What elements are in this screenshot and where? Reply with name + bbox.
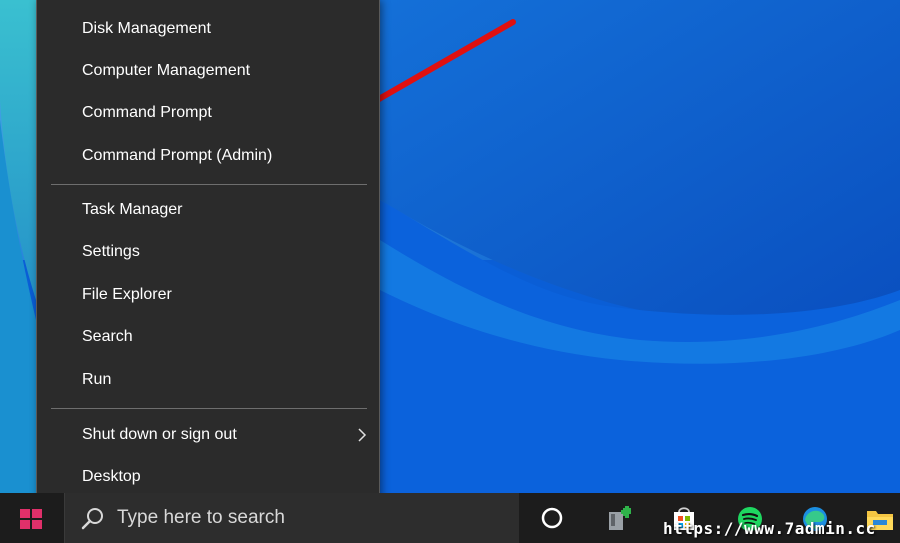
taskbar-app-paint[interactable] xyxy=(594,493,644,543)
search-placeholder: Type here to search xyxy=(117,507,285,528)
windows-logo-icon xyxy=(20,509,42,529)
watermark-text: https://www.7admin.cc xyxy=(663,519,876,538)
power-user-menu: Disk Management Computer Management Comm… xyxy=(36,0,380,508)
cortana-button[interactable] xyxy=(527,493,577,543)
menu-item-run[interactable]: Run xyxy=(37,360,379,400)
menu-item-settings[interactable]: Settings xyxy=(37,232,379,272)
menu-item-search[interactable]: Search xyxy=(37,317,379,357)
chevron-right-icon xyxy=(358,428,367,442)
menu-item-command-prompt-admin[interactable]: Command Prompt (Admin) xyxy=(37,136,379,176)
menu-item-desktop[interactable]: Desktop xyxy=(37,457,379,497)
menu-item-shut-down-or-sign-out[interactable]: Shut down or sign out xyxy=(37,415,379,455)
cortana-icon xyxy=(541,507,563,529)
menu-item-label: Shut down or sign out xyxy=(82,426,237,443)
start-button[interactable] xyxy=(0,493,64,543)
paint-bucket-icon xyxy=(609,506,631,530)
search-icon xyxy=(81,508,103,530)
menu-item-file-explorer[interactable]: File Explorer xyxy=(37,275,379,315)
menu-item-task-manager[interactable]: Task Manager xyxy=(37,190,379,230)
menu-item-disk-management[interactable]: Disk Management xyxy=(37,9,379,49)
menu-separator xyxy=(51,408,367,409)
menu-item-command-prompt[interactable]: Command Prompt xyxy=(37,93,379,133)
taskbar-search-box[interactable]: Type here to search xyxy=(64,493,519,543)
menu-separator xyxy=(51,184,367,185)
menu-item-computer-management[interactable]: Computer Management xyxy=(37,51,379,91)
